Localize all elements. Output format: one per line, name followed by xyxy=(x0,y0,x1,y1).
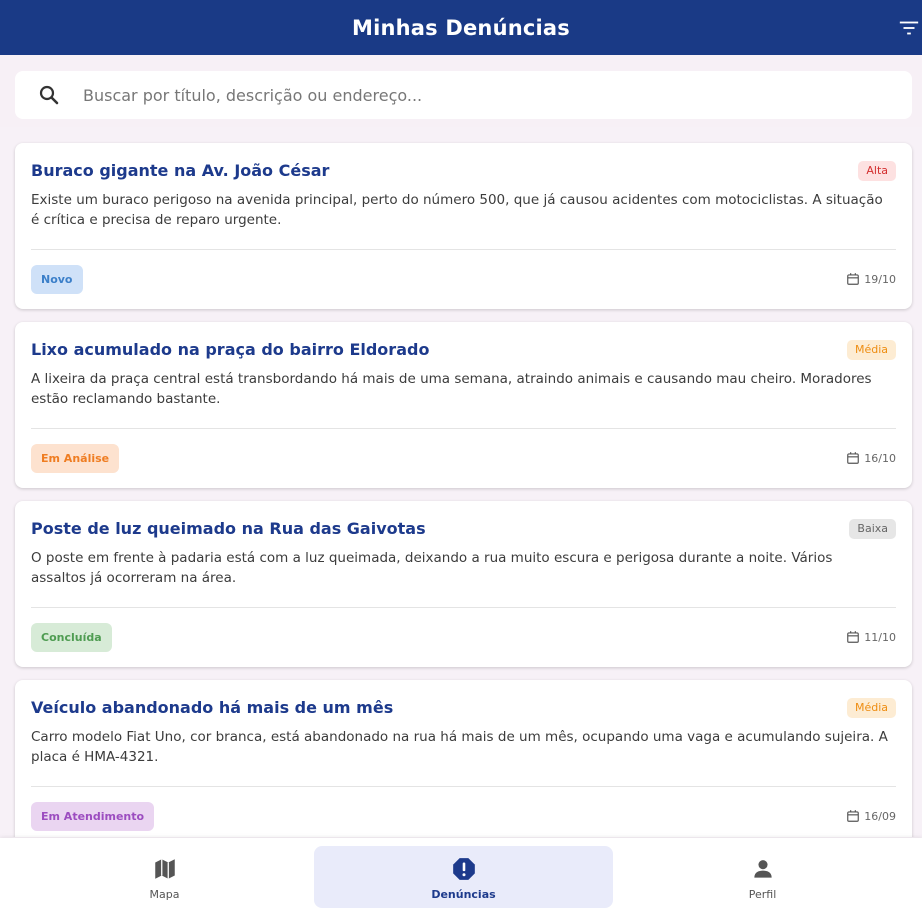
alert-icon xyxy=(452,858,475,880)
nav-item-perfil[interactable]: Perfil xyxy=(613,846,912,908)
report-title: Veículo abandonado há mais de um mês xyxy=(31,698,394,717)
report-title: Poste de luz queimado na Rua das Gaivota… xyxy=(31,519,426,538)
report-card[interactable]: Poste de luz queimado na Rua das Gaivota… xyxy=(15,501,912,667)
nav-item-mapa[interactable]: Mapa xyxy=(15,846,314,908)
priority-badge: Baixa xyxy=(849,519,896,539)
status-badge: Em Análise xyxy=(31,444,120,473)
nav-label-denuncias: Denúncias xyxy=(431,888,496,901)
report-date: 11/10 xyxy=(846,630,896,644)
report-date: 19/10 xyxy=(846,272,896,286)
report-card[interactable]: Veículo abandonado há mais de um mês Méd… xyxy=(15,680,912,837)
report-list: Buraco gigante na Av. João César Alta Ex… xyxy=(0,127,922,837)
report-title: Lixo acumulado na praça do bairro Eldora… xyxy=(31,340,430,359)
report-description: O poste em frente à padaria está com a l… xyxy=(31,550,833,586)
search-input[interactable] xyxy=(75,85,875,105)
calendar-icon xyxy=(847,631,860,643)
status-badge: Novo xyxy=(31,265,83,294)
date-label: 11/10 xyxy=(864,630,896,644)
app-bar: Minhas Denúncias xyxy=(0,0,922,55)
card-divider xyxy=(31,607,896,608)
priority-badge: Alta xyxy=(858,161,896,181)
search-bar[interactable] xyxy=(15,71,912,119)
status-badge: Concluída xyxy=(31,623,112,652)
report-card[interactable]: Buraco gigante na Av. João César Alta Ex… xyxy=(15,143,912,309)
person-icon xyxy=(753,860,772,878)
report-date: 16/10 xyxy=(846,451,896,465)
report-description: Existe um buraco perigoso na avenida pri… xyxy=(31,192,883,228)
report-card[interactable]: Lixo acumulado na praça do bairro Eldora… xyxy=(15,322,912,488)
page-title: Minhas Denúncias xyxy=(351,15,571,40)
date-label: 19/10 xyxy=(864,272,896,286)
filter-button[interactable] xyxy=(898,17,920,39)
report-title: Buraco gigante na Av. João César xyxy=(31,161,330,180)
card-divider xyxy=(31,786,896,787)
filter-icon xyxy=(899,21,919,35)
nav-label-perfil: Perfil xyxy=(748,888,777,901)
report-date: 16/09 xyxy=(846,809,896,823)
date-label: 16/09 xyxy=(864,809,896,823)
priority-badge: Média xyxy=(846,698,896,718)
status-badge: Em Atendimento xyxy=(31,802,155,831)
nav-label-mapa: Mapa xyxy=(149,888,180,901)
calendar-icon xyxy=(847,273,860,285)
calendar-icon xyxy=(847,452,860,464)
nav-item-denuncias[interactable]: Denúncias xyxy=(314,846,613,908)
report-description: Carro modelo Fiat Uno, cor branca, está … xyxy=(31,729,888,765)
date-label: 16/10 xyxy=(864,451,896,465)
calendar-icon xyxy=(847,810,860,822)
priority-badge: Média xyxy=(846,340,896,360)
map-icon xyxy=(154,859,175,879)
bottom-navigation: Mapa Denúncias Perfil xyxy=(0,838,922,910)
card-divider xyxy=(31,428,896,429)
search-icon xyxy=(39,85,59,105)
card-divider xyxy=(31,249,896,250)
search-area xyxy=(0,55,922,127)
report-description: A lixeira da praça central está transbor… xyxy=(31,371,872,407)
